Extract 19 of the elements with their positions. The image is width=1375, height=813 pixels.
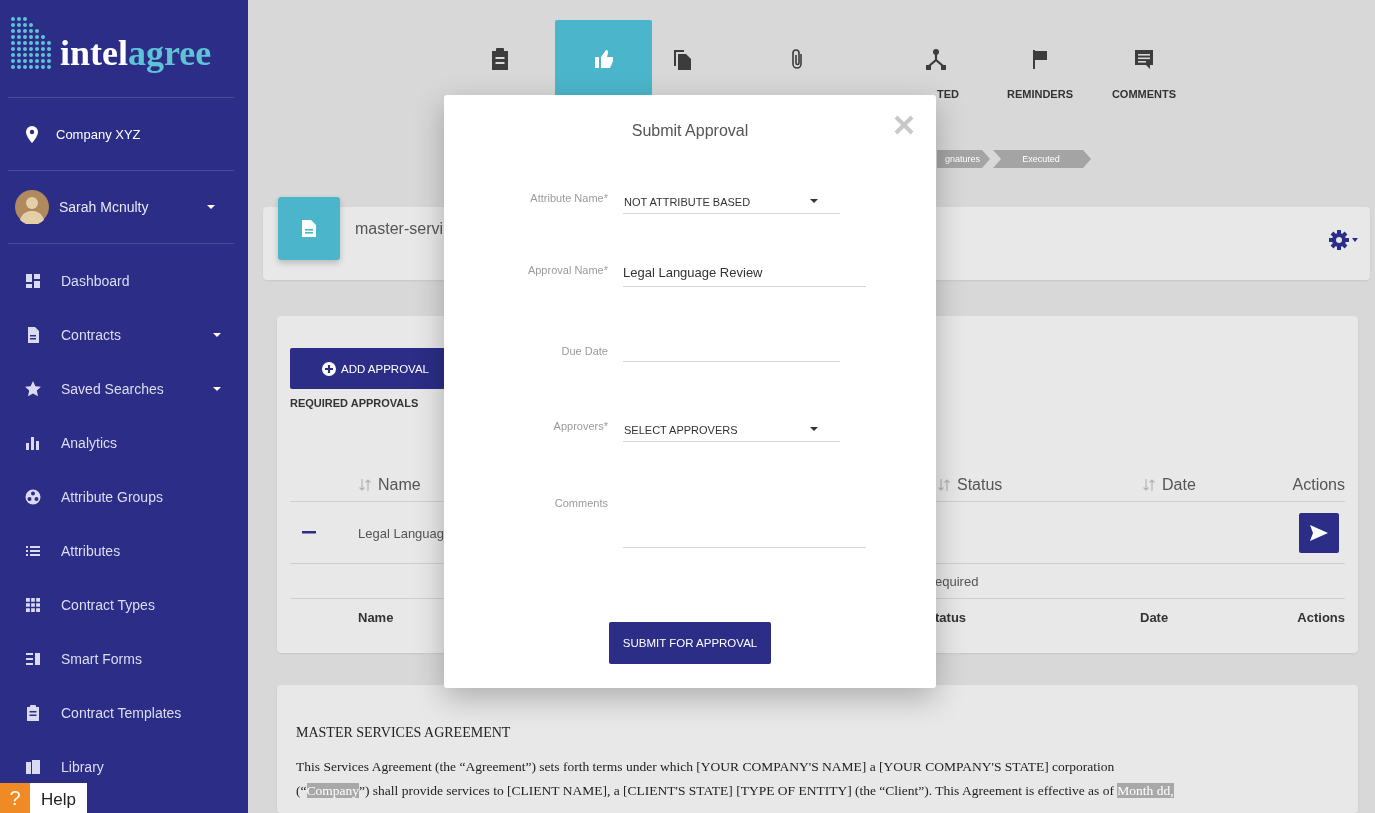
document-title: master-servi bbox=[355, 220, 443, 238]
field-label: Due Date bbox=[560, 344, 608, 357]
field-label: Attribute Name* bbox=[529, 191, 608, 204]
column-footer: Name bbox=[358, 609, 394, 625]
field-label: Approvers* bbox=[552, 419, 608, 432]
group-label: equired bbox=[935, 574, 979, 589]
logo-text: intelagree bbox=[60, 31, 212, 74]
dialog-title: Submit Approval bbox=[630, 122, 750, 140]
column-footer: Actions bbox=[1297, 609, 1345, 625]
column-footer: Date bbox=[1140, 609, 1169, 625]
field-label: Comments bbox=[553, 496, 608, 509]
column-footer: tatus bbox=[935, 609, 967, 625]
agreement-paragraph: This Services Agreement (the “Agreement”) sets forth terms under which [YOUR COMPANY'S NAME] a [YOUR COMPANY'S STATE] corporation (“Company”) shall provide services to [CLIENT NAME], a [CLIENT'S STATE] [TYPE OF ENTITY] (the “Client”). This Agreement is effective as of Month dd, bbox=[296, 758, 1175, 800]
agreement-title: MASTER SERVICES AGREEMENT bbox=[296, 725, 512, 741]
stage-chevron: Executed bbox=[993, 150, 1092, 168]
stage-chevron: gnatures bbox=[937, 150, 991, 168]
section-title: REQUIRED APPROVALS bbox=[290, 397, 420, 409]
table-cell: Legal Languag bbox=[358, 525, 445, 541]
field-label: Approval Name* bbox=[526, 263, 608, 276]
